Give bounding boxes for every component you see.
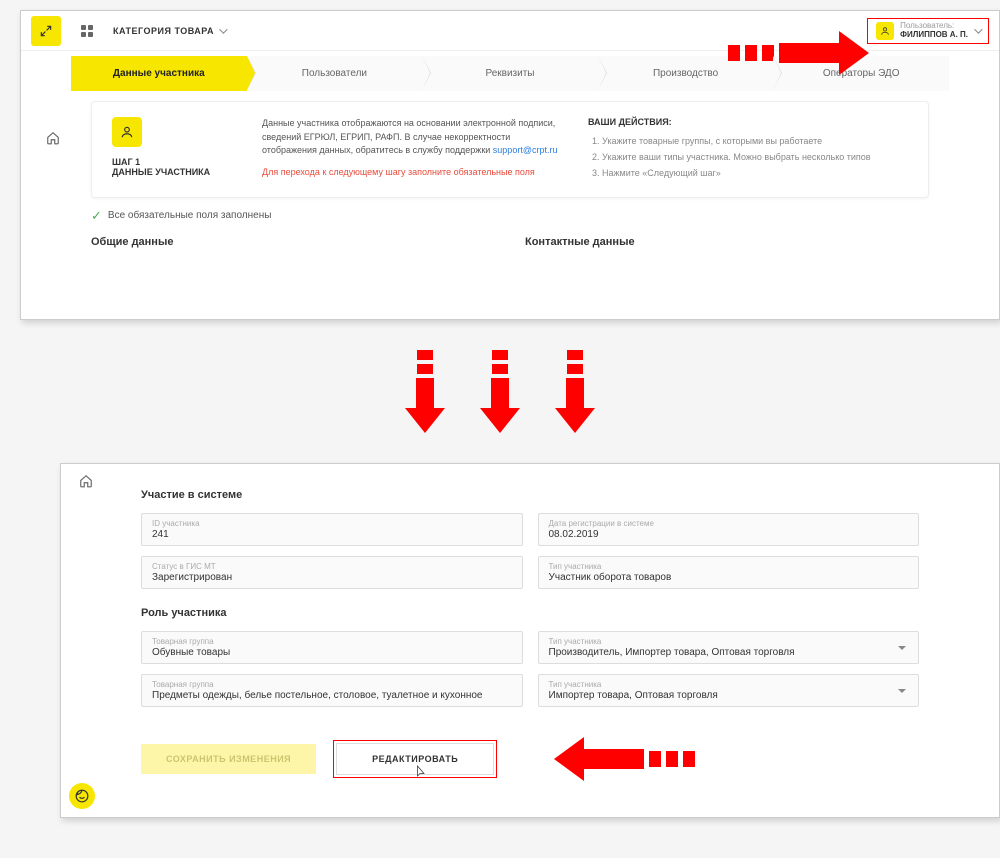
check-icon: ✓ xyxy=(91,208,102,224)
annotation-arrows-down xyxy=(10,350,990,433)
step-number: ШАГ 1 xyxy=(112,157,232,167)
actions-block: ВАШИ ДЕЙСТВИЯ: Укажите товарные группы, … xyxy=(588,117,908,182)
chevron-down-icon xyxy=(974,25,982,33)
tab-users[interactable]: Пользователи xyxy=(247,56,423,91)
field-role-2[interactable]: Тип участника Импортер товара, Оптовая т… xyxy=(538,674,920,707)
help-button[interactable] xyxy=(69,783,95,809)
home-icon[interactable] xyxy=(46,131,60,148)
field-id: ID участника 241 xyxy=(141,513,523,546)
actions-title: ВАШИ ДЕЙСТВИЯ: xyxy=(588,117,908,127)
action-item: Нажмите «Следующий шаг» xyxy=(602,165,908,181)
step-icon xyxy=(112,117,142,147)
section-contact: Контактные данные xyxy=(525,236,929,248)
field-type: Тип участника Участник оборота товаров xyxy=(538,556,920,589)
grid-icon[interactable] xyxy=(81,25,93,37)
category-label: КАТЕГОРИЯ ТОВАРА xyxy=(113,26,214,36)
field-reg-date: Дата регистрации в системе 08.02.2019 xyxy=(538,513,920,546)
section-role: Роль участника xyxy=(141,607,919,619)
status-text: Все обязательные поля заполнены xyxy=(108,210,272,221)
section-system: Участие в системе xyxy=(141,489,919,501)
user-text: Пользователь: ФИЛИППОВ А. П. xyxy=(900,22,968,40)
annotation-arrow-user xyxy=(728,31,869,75)
field-group-2: Товарная группа Предметы одежды, белье п… xyxy=(141,674,523,707)
action-item: Укажите ваши типы участника. Можно выбра… xyxy=(602,149,908,165)
warning-text: Для перехода к следующему шагу заполните… xyxy=(262,166,558,179)
expand-icon xyxy=(39,24,53,38)
edit-button[interactable]: РЕДАКТИРОВАТЬ xyxy=(336,743,494,775)
action-item: Укажите товарные группы, с которыми вы р… xyxy=(602,133,908,149)
section-general: Общие данные xyxy=(91,236,495,248)
field-status: Статус в ГИС МТ Зарегистрирован xyxy=(141,556,523,589)
chevron-down-icon xyxy=(219,25,227,33)
logo-button[interactable] xyxy=(31,16,61,46)
user-icon xyxy=(876,22,894,40)
field-group-1: Товарная группа Обувные товары xyxy=(141,631,523,664)
step-title: ДАННЫЕ УЧАСТНИКА xyxy=(112,167,232,177)
field-role-1[interactable]: Тип участника Производитель, Импортер то… xyxy=(538,631,920,664)
category-dropdown[interactable]: КАТЕГОРИЯ ТОВАРА xyxy=(113,26,225,36)
annotation-arrow-edit xyxy=(554,737,695,781)
screenshot-bottom: Участие в системе ID участника 241 Дата … xyxy=(60,463,1000,818)
screenshot-top: КАТЕГОРИЯ ТОВАРА Пользователь: ФИЛИППОВ … xyxy=(20,10,1000,320)
status-row: ✓ Все обязательные поля заполнены xyxy=(91,208,929,224)
user-menu[interactable]: Пользователь: ФИЛИППОВ А. П. xyxy=(867,18,989,44)
support-link[interactable]: support@crpt.ru xyxy=(493,145,558,155)
save-button[interactable]: СОХРАНИТЬ ИЗМЕНЕНИЯ xyxy=(141,744,316,774)
tab-participant-data[interactable]: Данные участника xyxy=(71,56,247,91)
info-card: ШАГ 1 ДАННЫЕ УЧАСТНИКА Данные участника … xyxy=(91,101,929,198)
cursor-icon xyxy=(415,765,427,782)
info-text: Данные участника отображаются на основан… xyxy=(262,117,558,182)
tab-requisites[interactable]: Реквизиты xyxy=(422,56,598,91)
